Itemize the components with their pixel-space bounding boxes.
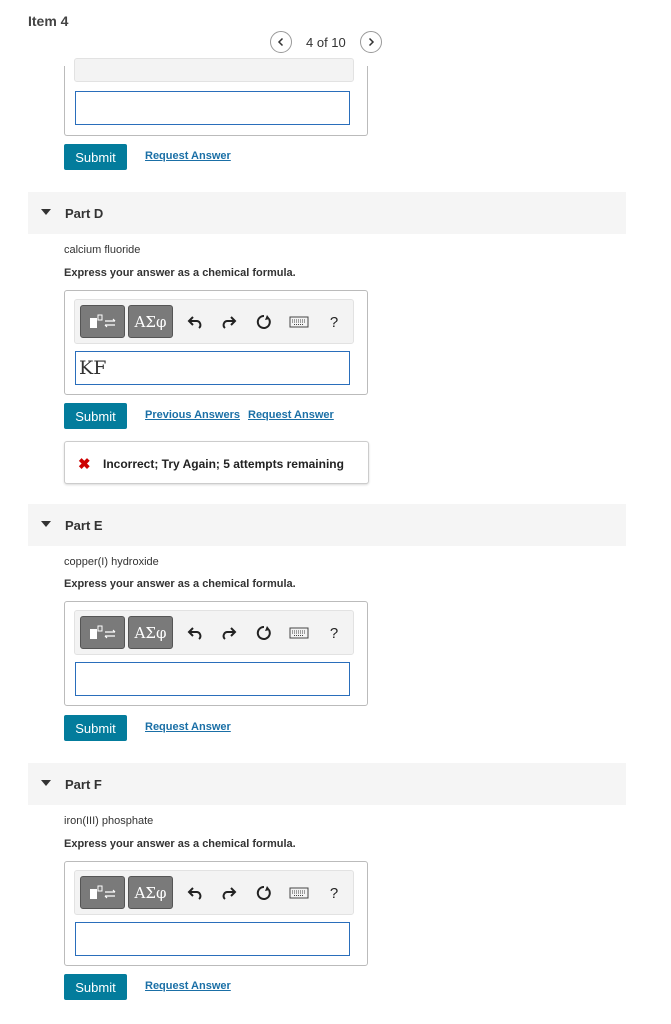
templates-icon	[89, 885, 115, 899]
part-e-toolbar: ΑΣφ ?	[74, 610, 354, 655]
part-e-label: Part E	[65, 518, 103, 533]
part-f-toolbar: ΑΣφ ?	[74, 870, 354, 915]
templates-button[interactable]	[80, 876, 125, 909]
templates-button[interactable]	[80, 305, 125, 338]
part-d-toolbar: ΑΣφ ?	[74, 299, 354, 344]
undo-icon[interactable]	[185, 883, 205, 903]
part-e-answer-input[interactable]	[75, 662, 350, 696]
next-item-button[interactable]	[359, 31, 382, 53]
templates-icon	[89, 314, 115, 328]
part-d-compound: calcium fluoride	[64, 244, 141, 256]
part-d-request-answer-link[interactable]: Request Answer	[248, 409, 334, 421]
undo-icon[interactable]	[185, 312, 205, 332]
redo-icon[interactable]	[219, 623, 239, 643]
undo-icon[interactable]	[185, 623, 205, 643]
previous-item-button[interactable]	[270, 31, 292, 53]
item-pager: 4 of 10	[270, 30, 382, 54]
keyboard-icon[interactable]	[288, 312, 310, 332]
pager-position: 4 of 10	[306, 34, 346, 50]
part-d-answer-input[interactable]: KF	[75, 351, 350, 385]
part-d-instruction: Express your answer as a chemical formul…	[64, 267, 296, 279]
greek-symbols-button[interactable]: ΑΣφ	[128, 876, 173, 909]
part-d-answer-panel: ΑΣφ ? KF	[64, 290, 368, 395]
caret-down-icon	[41, 521, 51, 527]
chevron-left-icon	[277, 37, 284, 47]
chevron-right-icon	[368, 37, 374, 47]
part-f-compound: iron(III) phosphate	[64, 815, 154, 827]
reset-icon[interactable]	[254, 623, 274, 643]
feedback-message: Incorrect; Try Again; 5 attempts remaini…	[103, 457, 344, 471]
help-icon[interactable]: ?	[324, 883, 344, 903]
greek-symbols-button[interactable]: ΑΣφ	[128, 616, 173, 649]
part-f-header[interactable]: Part F	[28, 763, 626, 805]
redo-icon[interactable]	[219, 883, 239, 903]
error-x-icon: ✖	[78, 456, 91, 473]
part-e-answer-panel: ΑΣφ ?	[64, 601, 368, 706]
item-title: Item 4	[28, 13, 69, 29]
part-f-request-answer-link[interactable]: Request Answer	[145, 980, 231, 992]
part-d-label: Part D	[65, 206, 104, 221]
caret-down-icon	[41, 780, 51, 786]
part-d-feedback: ✖ Incorrect; Try Again; 5 attempts remai…	[64, 441, 369, 484]
help-icon[interactable]: ?	[324, 623, 344, 643]
part-f-answer-input[interactable]	[75, 922, 350, 956]
templates-button[interactable]	[80, 616, 125, 649]
part-f-submit-button[interactable]: Submit	[64, 974, 127, 1000]
part-e-submit-button[interactable]: Submit	[64, 715, 127, 741]
part-c-toolbar	[74, 58, 354, 82]
help-icon[interactable]: ?	[324, 312, 344, 332]
part-c-submit-button[interactable]: Submit	[64, 144, 127, 170]
part-c-answer-input[interactable]	[75, 91, 350, 125]
keyboard-icon[interactable]	[288, 623, 310, 643]
part-d-submit-button[interactable]: Submit	[64, 403, 127, 429]
part-d-previous-answers-link[interactable]: Previous Answers	[145, 409, 240, 421]
part-e-header[interactable]: Part E	[28, 504, 626, 546]
part-f-label: Part F	[65, 777, 102, 792]
reset-icon[interactable]	[254, 883, 274, 903]
part-f-answer-panel: ΑΣφ ?	[64, 861, 368, 966]
redo-icon[interactable]	[219, 312, 239, 332]
keyboard-icon[interactable]	[288, 883, 310, 903]
part-e-compound: copper(I) hydroxide	[64, 556, 159, 568]
part-f-instruction: Express your answer as a chemical formul…	[64, 838, 296, 850]
part-c-answer-panel	[64, 58, 368, 136]
part-e-request-answer-link[interactable]: Request Answer	[145, 721, 231, 733]
reset-icon[interactable]	[254, 312, 274, 332]
templates-icon	[89, 625, 115, 639]
caret-down-icon	[41, 209, 51, 215]
part-e-instruction: Express your answer as a chemical formul…	[64, 578, 296, 590]
part-d-header[interactable]: Part D	[28, 192, 626, 234]
greek-symbols-button[interactable]: ΑΣφ	[128, 305, 173, 338]
part-c-request-answer-link[interactable]: Request Answer	[145, 150, 231, 162]
